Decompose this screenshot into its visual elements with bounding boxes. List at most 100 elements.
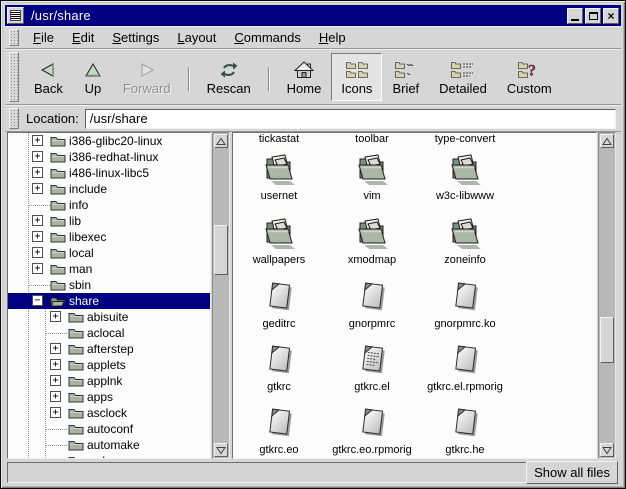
tree-item-i386-redhat-linux[interactable]: +i386-redhat-linux — [8, 149, 210, 165]
menu-layout[interactable]: Layout — [168, 27, 225, 48]
close-button[interactable]: × — [603, 8, 619, 24]
file-item-gtkrc-eo-rpmorig[interactable]: gtkrc.eo.rpmorig — [327, 403, 417, 456]
tree-item-label: apps — [87, 390, 113, 404]
file-item-label: tickastat — [234, 133, 324, 145]
tree-expander-plus-icon[interactable]: + — [32, 263, 43, 274]
document-icon — [354, 405, 390, 441]
scroll-up-button[interactable] — [214, 134, 228, 148]
tree-expander-plus-icon[interactable]: + — [32, 231, 43, 242]
tree-item-afterstep[interactable]: +afterstep — [8, 341, 210, 357]
tree-item-aclocal[interactable]: aclocal — [8, 325, 210, 341]
view-custom-button-label: Custom — [507, 81, 552, 96]
tree-expander-plus-icon[interactable]: + — [32, 167, 43, 178]
file-item-gtkrc-eo[interactable]: gtkrc.eo — [234, 403, 324, 456]
tree-item-automake[interactable]: automake — [8, 437, 210, 453]
tree-item-apps[interactable]: + apps — [8, 389, 210, 405]
file-item-vim[interactable]: vim — [327, 149, 417, 202]
scroll-down-button[interactable] — [600, 443, 614, 457]
tree-item-lib[interactable]: + lib — [8, 213, 210, 229]
tree-item-local[interactable]: +local — [8, 245, 210, 261]
tree-item-man[interactable]: + man — [8, 261, 210, 277]
menu-file[interactable]: File — [24, 27, 63, 48]
tree-expander-plus-icon[interactable]: + — [32, 215, 43, 226]
toolbar-drag-handle[interactable] — [9, 52, 19, 102]
file-item-gnorpmrc[interactable]: gnorpmrc — [327, 277, 417, 330]
tree-item-include[interactable]: +include — [8, 181, 210, 197]
tree-item-label: lib — [69, 214, 81, 228]
document-icon — [447, 405, 483, 441]
view-custom-button[interactable]: Custom — [497, 53, 562, 101]
file-item-gtkrc-he[interactable]: gtkrc.he — [420, 403, 510, 456]
tree-item-awk[interactable]: awk — [8, 453, 210, 459]
location-bar-drag-handle[interactable] — [9, 108, 19, 129]
up-button[interactable]: Up — [73, 53, 113, 101]
tree-item-i386-glibc20-linux[interactable]: +i386-glibc20-linux — [8, 133, 210, 149]
file-item-gnorpmrc-ko[interactable]: gnorpmrc.ko — [420, 277, 510, 330]
tree-item-autoconf[interactable]: autoconf — [8, 421, 210, 437]
location-input[interactable] — [85, 109, 616, 129]
forward-button[interactable]: Forward — [113, 53, 181, 101]
scroll-up-button[interactable] — [600, 134, 614, 148]
tree-item-abisuite[interactable]: +abisuite — [8, 309, 210, 325]
file-item-w3c-libwww[interactable]: w3c-libwww — [420, 149, 510, 202]
rescan-button[interactable]: Rescan — [197, 53, 261, 101]
back-button[interactable]: Back — [24, 53, 73, 101]
file-item-tickastat[interactable]: tickastat — [234, 133, 324, 145]
tree-item-applnk[interactable]: +applnk — [8, 373, 210, 389]
location-label: Location: — [26, 111, 79, 126]
file-item-gtkrc[interactable]: gtkrc — [234, 340, 324, 393]
tree-item-asclock[interactable]: +asclock — [8, 405, 210, 421]
file-item-label: toolbar — [327, 133, 417, 145]
icon-panel-scrollbar[interactable] — [598, 132, 616, 459]
menu-commands[interactable]: Commands — [225, 27, 309, 48]
icon-scrollbar-thumb[interactable] — [600, 317, 614, 363]
folder-closed-icon — [50, 278, 66, 291]
menu-help[interactable]: Help — [310, 27, 355, 48]
file-item-usernet[interactable]: usernet — [234, 149, 324, 202]
tree-expander-plus-icon[interactable]: + — [50, 375, 61, 386]
tree-expander-plus-icon[interactable]: + — [32, 151, 43, 162]
tree-scrollbar-thumb[interactable] — [214, 225, 228, 275]
maximize-button[interactable] — [585, 8, 601, 24]
home-button[interactable]: Home — [277, 53, 332, 101]
tree-expander-plus-icon[interactable]: + — [32, 183, 43, 194]
file-item-zoneinfo[interactable]: zoneinfo — [420, 213, 510, 266]
view-detailed-button[interactable]: Detailed — [429, 53, 497, 101]
folder-closed-icon — [50, 214, 66, 227]
file-item-geditrc[interactable]: geditrc — [234, 277, 324, 330]
window-menu-button[interactable] — [7, 7, 24, 24]
show-all-files-button[interactable]: Show all files — [526, 461, 618, 484]
minimize-button[interactable] — [567, 8, 583, 24]
tree-item-i486-linux-libc5[interactable]: +i486-linux-libc5 — [8, 165, 210, 181]
menu-settings[interactable]: Settings — [103, 27, 168, 48]
tree-scrollbar[interactable] — [212, 132, 230, 459]
tree-expander-plus-icon[interactable]: + — [50, 359, 61, 370]
titlebar[interactable]: /usr/share × — [5, 5, 621, 26]
file-item-xmodmap[interactable]: xmodmap — [327, 213, 417, 266]
tree-item-libexec[interactable]: +libexec — [8, 229, 210, 245]
tree-item-share[interactable]: −share — [8, 293, 210, 309]
file-item-gtkrc-el[interactable]: gtkrc.el — [327, 340, 417, 393]
view-icons-button[interactable]: Icons — [331, 53, 382, 101]
tree-expander-minus-icon[interactable]: − — [32, 295, 43, 306]
tree-expander-plus-icon[interactable]: + — [50, 311, 61, 322]
tree-expander-plus-icon[interactable]: + — [50, 407, 61, 418]
file-item-type-convert[interactable]: type-convert — [420, 133, 510, 145]
tree-expander-plus-icon[interactable]: + — [32, 247, 43, 258]
file-item-wallpapers[interactable]: wallpapers — [234, 213, 324, 266]
folder-closed-icon — [50, 150, 66, 163]
menubar-drag-handle[interactable] — [9, 29, 19, 46]
tree-item-sbin[interactable]: sbin — [8, 277, 210, 293]
file-item-gtkrc-el-rpmorig[interactable]: gtkrc.el.rpmorig — [420, 340, 510, 393]
tree-branch-stub — [45, 445, 67, 446]
menu-edit[interactable]: Edit — [63, 27, 103, 48]
scroll-down-button[interactable] — [214, 443, 228, 457]
tree-expander-plus-icon[interactable]: + — [50, 343, 61, 354]
tree-expander-plus-icon[interactable]: + — [32, 135, 43, 146]
tree-item-applets[interactable]: +applets — [8, 357, 210, 373]
view-brief-button[interactable]: Brief — [382, 53, 429, 101]
tree-expander-plus-icon[interactable]: + — [50, 391, 61, 402]
tree-item-info[interactable]: info — [8, 197, 210, 213]
tree-item-label: man — [69, 262, 92, 276]
file-item-toolbar[interactable]: toolbar — [327, 133, 417, 145]
